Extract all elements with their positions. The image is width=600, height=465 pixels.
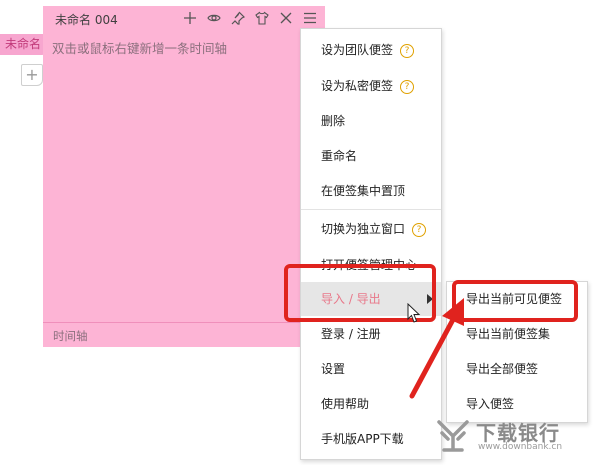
watermark-url: www.downbank.cn	[478, 442, 563, 452]
menu-item-delete[interactable]: 删除	[301, 104, 441, 138]
plus-icon: +	[25, 65, 39, 84]
sticky-note[interactable]: 未命名 004 双击或鼠标右键新增一条时间轴 时间轴	[43, 6, 325, 347]
downbank-logo-icon	[437, 420, 469, 452]
notebook-tab[interactable]: 未命名	[0, 34, 46, 55]
add-button[interactable]	[181, 9, 199, 27]
menu-item-rename[interactable]: 重命名	[301, 139, 441, 173]
note-placeholder[interactable]: 双击或鼠标右键新增一条时间轴	[52, 38, 227, 57]
help-icon[interactable]: ?	[400, 79, 415, 94]
note-header: 未命名 004	[43, 6, 325, 30]
menu-item-set-private[interactable]: 设为私密便签?	[301, 69, 441, 103]
note-title: 未命名 004	[55, 13, 118, 27]
pin-icon	[231, 11, 245, 25]
timeline-label: 时间轴	[53, 329, 88, 343]
skin-button[interactable]	[253, 9, 271, 27]
menu-icon	[304, 12, 316, 24]
add-notebook-button[interactable]: +	[21, 64, 43, 86]
shirt-icon	[255, 11, 269, 25]
menu-item-mobile-app[interactable]: 手机版APP下载	[301, 422, 441, 456]
help-icon[interactable]: ?	[412, 222, 427, 237]
menu-item-standalone-window[interactable]: 切换为独立窗口?	[301, 212, 441, 246]
plus-icon	[184, 12, 196, 24]
watermark: 下载银行 www.downbank.cn	[436, 415, 586, 455]
visibility-button[interactable]	[205, 9, 223, 27]
note-footer: 时间轴	[43, 322, 325, 347]
pin-button[interactable]	[229, 9, 247, 27]
help-icon[interactable]: ?	[400, 43, 415, 58]
menu-item-set-team[interactable]: 设为团队便签?	[301, 33, 441, 67]
menu-item-pin-top[interactable]: 在便签集中置顶	[301, 174, 441, 208]
note-toolbar	[181, 9, 319, 27]
menu-separator	[301, 209, 441, 210]
close-button[interactable]	[277, 9, 295, 27]
close-icon	[280, 12, 292, 24]
menu-button[interactable]	[301, 9, 319, 27]
eye-icon	[207, 14, 221, 22]
mouse-cursor-icon	[407, 303, 421, 323]
